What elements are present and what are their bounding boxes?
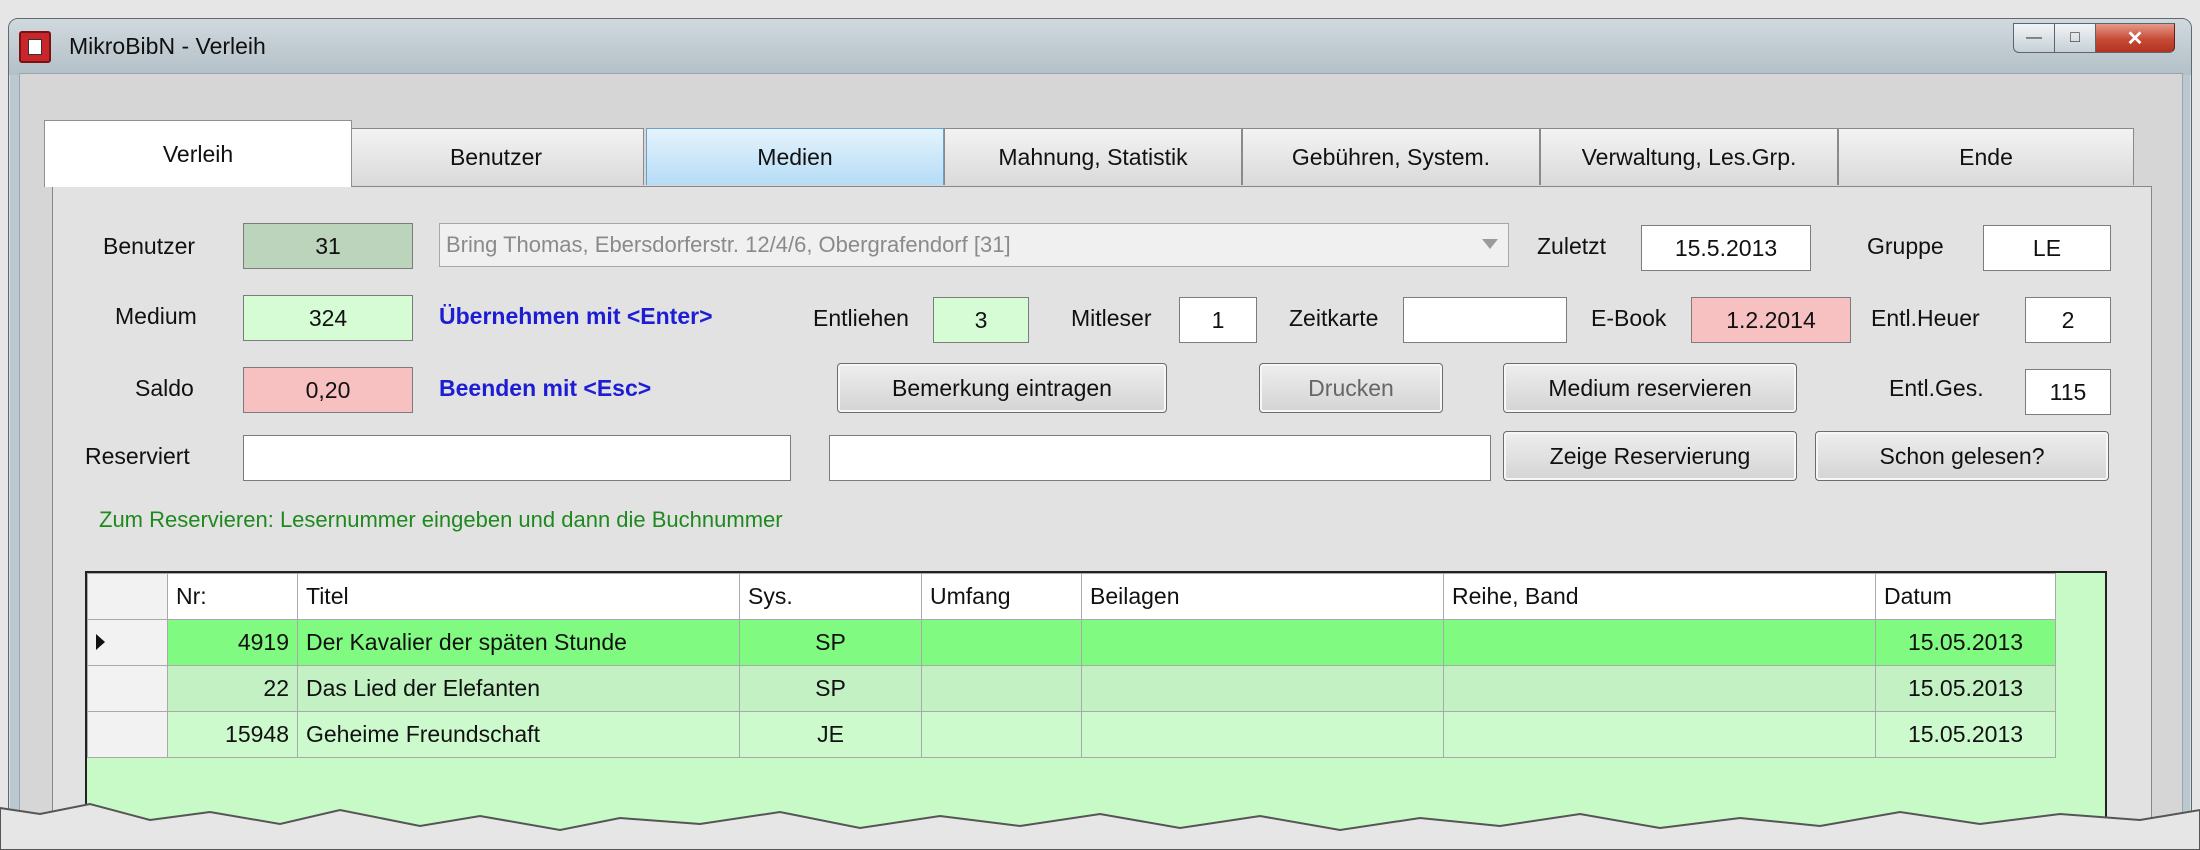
entl-heuer-label: Entl.Heuer: [1871, 305, 1980, 331]
col-beilagen[interactable]: Beilagen: [1081, 573, 1444, 620]
benutzer-select-value: Bring Thomas, Ebersdorferstr. 12/4/6, Ob…: [446, 232, 1011, 257]
cell-umfang[interactable]: [921, 619, 1082, 666]
esc-hint: Beenden mit <Esc>: [439, 375, 652, 401]
cell-umfang[interactable]: [921, 711, 1082, 758]
minimize-icon: —: [2026, 29, 2042, 46]
cell-reihe[interactable]: [1443, 619, 1876, 666]
cell-datum[interactable]: 15.05.2013: [1875, 711, 2056, 758]
title-bar[interactable]: MikroBibN - Verleih — □ ✕: [9, 19, 2191, 75]
cell-nr[interactable]: 15948: [167, 711, 298, 758]
row-selector[interactable]: [87, 619, 168, 666]
tab-mahnung-statistik[interactable]: Mahnung, Statistik: [944, 128, 1242, 185]
ebook-label: E-Book: [1591, 305, 1667, 331]
table-row[interactable]: 4919 Der Kavalier der späten Stunde SP 1…: [87, 619, 2056, 666]
cell-sys[interactable]: JE: [739, 711, 922, 758]
close-icon: ✕: [2126, 27, 2144, 50]
col-datum[interactable]: Datum: [1875, 573, 2056, 620]
cell-titel[interactable]: Das Lied der Elefanten: [297, 665, 740, 712]
tab-verwaltung-lesgrp[interactable]: Verwaltung, Les.Grp.: [1540, 128, 1838, 185]
medium-input[interactable]: 324: [243, 295, 413, 341]
saldo-label: Saldo: [135, 375, 194, 401]
reserviert-label: Reserviert: [85, 443, 190, 469]
row-selector[interactable]: [87, 665, 168, 712]
torn-edge-decoration: [0, 802, 2200, 850]
app-book-icon: [19, 31, 51, 63]
cell-reihe[interactable]: [1443, 711, 1876, 758]
current-row-icon: [96, 634, 105, 650]
cell-umfang[interactable]: [921, 665, 1082, 712]
cell-titel[interactable]: Der Kavalier der späten Stunde: [297, 619, 740, 666]
loans-table: Nr: Titel Sys. Umfang Beilagen Reihe, Ba…: [87, 573, 2056, 758]
drucken-button[interactable]: Drucken: [1259, 363, 1443, 413]
entl-ges-field: 115: [2025, 369, 2111, 415]
ebook-field: 1.2.2014: [1691, 297, 1851, 343]
verleih-panel: Benutzer 31 Bring Thomas, Ebersdorferstr…: [52, 186, 2152, 849]
cell-datum[interactable]: 15.05.2013: [1875, 665, 2056, 712]
cell-titel[interactable]: Geheime Freundschaft: [297, 711, 740, 758]
cell-reihe[interactable]: [1443, 665, 1876, 712]
cell-nr[interactable]: 4919: [167, 619, 298, 666]
col-umfang[interactable]: Umfang: [921, 573, 1082, 620]
cell-nr[interactable]: 22: [167, 665, 298, 712]
enter-hint: Übernehmen mit <Enter>: [439, 303, 713, 329]
row-header-corner: [87, 573, 168, 620]
col-nr[interactable]: Nr:: [167, 573, 298, 620]
medium-reservieren-button[interactable]: Medium reservieren: [1503, 363, 1797, 413]
cell-sys[interactable]: SP: [739, 619, 922, 666]
cell-sys[interactable]: SP: [739, 665, 922, 712]
benutzer-select[interactable]: Bring Thomas, Ebersdorferstr. 12/4/6, Ob…: [439, 223, 1509, 267]
benutzer-number-field[interactable]: 31: [243, 223, 413, 269]
app-window: MikroBibN - Verleih — □ ✕ Verleih Benutz…: [8, 18, 2192, 850]
tab-benutzer[interactable]: Benutzer: [348, 128, 644, 185]
tab-gebuehren-system[interactable]: Gebühren, System.: [1242, 128, 1540, 185]
gruppe-field: LE: [1983, 225, 2111, 271]
tab-medien[interactable]: Medien: [646, 128, 944, 185]
cell-beilagen[interactable]: [1081, 665, 1444, 712]
zeige-reservierung-button[interactable]: Zeige Reservierung: [1503, 431, 1797, 481]
gruppe-label: Gruppe: [1867, 233, 1944, 259]
mitleser-field: 1: [1179, 297, 1257, 343]
maximize-button[interactable]: □: [2054, 23, 2095, 53]
schon-gelesen-button[interactable]: Schon gelesen?: [1815, 431, 2109, 481]
bemerkung-eintragen-button[interactable]: Bemerkung eintragen: [837, 363, 1167, 413]
entliehen-label: Entliehen: [813, 305, 909, 331]
table-row[interactable]: 15948 Geheime Freundschaft JE 15.05.2013: [87, 711, 2056, 758]
entl-ges-label: Entl.Ges.: [1889, 375, 1984, 401]
tab-verleih[interactable]: Verleih: [44, 120, 352, 187]
cell-beilagen[interactable]: [1081, 711, 1444, 758]
zeitkarte-field: [1403, 297, 1567, 343]
col-sys[interactable]: Sys.: [739, 573, 922, 620]
tab-ende[interactable]: Ende: [1838, 128, 2134, 185]
zuletzt-field: 15.5.2013: [1641, 225, 1811, 271]
mitleser-label: Mitleser: [1071, 305, 1152, 331]
zuletzt-label: Zuletzt: [1537, 233, 1607, 259]
window-title: MikroBibN - Verleih: [69, 33, 266, 59]
tab-bar: Verleih Benutzer Medien Mahnung, Statist…: [44, 120, 2144, 187]
close-button[interactable]: ✕: [2095, 23, 2175, 53]
entl-heuer-field: 2: [2025, 297, 2111, 343]
row-selector[interactable]: [87, 711, 168, 758]
table-row[interactable]: 22 Das Lied der Elefanten SP 15.05.2013: [87, 665, 2056, 712]
reservieren-hint: Zum Reservieren: Lesernummer eingeben un…: [99, 507, 783, 532]
saldo-field: 0,20: [243, 367, 413, 413]
zeitkarte-label: Zeitkarte: [1289, 305, 1379, 331]
medium-label: Medium: [115, 303, 197, 329]
minimize-button[interactable]: —: [2013, 23, 2054, 53]
reserviert-field: [243, 435, 791, 481]
client-area: Verleih Benutzer Medien Mahnung, Statist…: [19, 73, 2183, 849]
chevron-down-icon: [1482, 239, 1498, 249]
reserviert-detail-field: [829, 435, 1491, 481]
maximize-icon: □: [2070, 29, 2080, 46]
col-titel[interactable]: Titel: [297, 573, 740, 620]
cell-beilagen[interactable]: [1081, 619, 1444, 666]
table-header-row: Nr: Titel Sys. Umfang Beilagen Reihe, Ba…: [87, 573, 2056, 620]
col-reihe-band[interactable]: Reihe, Band: [1443, 573, 1876, 620]
cell-datum[interactable]: 15.05.2013: [1875, 619, 2056, 666]
entliehen-field: 3: [933, 297, 1029, 343]
benutzer-label: Benutzer: [103, 233, 196, 259]
